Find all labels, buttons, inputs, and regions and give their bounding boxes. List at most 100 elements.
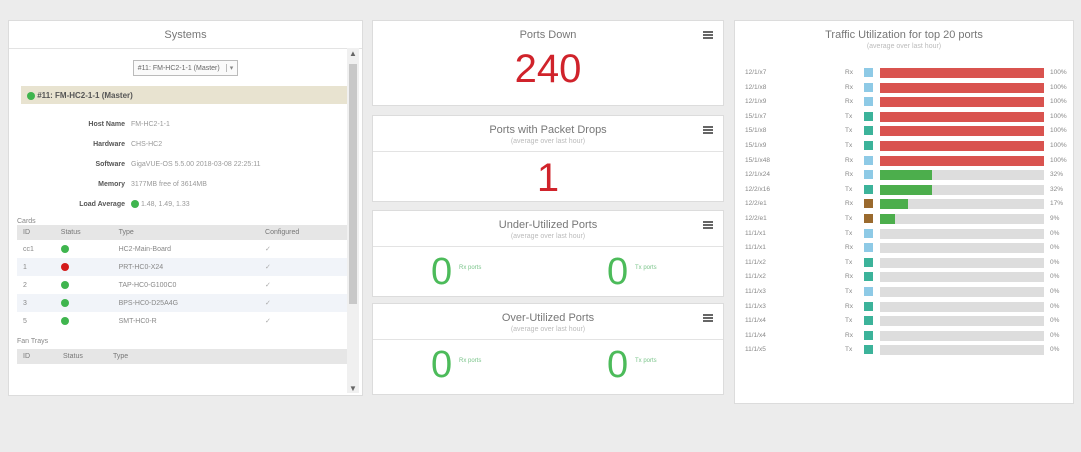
traffic-row[interactable]: 15/1/x7 Tx 100% [735,111,1075,123]
table-row[interactable]: cc1 HC2-Main-Board ✓ [17,240,349,258]
over-tx-value: 0 [607,344,629,386]
port-label: 11/1/x2 [745,273,766,281]
traffic-row[interactable]: 11/1/x2 Rx 0% [735,271,1075,283]
traffic-row[interactable]: 12/1/x8 Rx 100% [735,82,1075,94]
traffic-row[interactable]: 11/1/x1 Tx 0% [735,228,1075,240]
status-ok-icon [60,317,69,325]
detail-value: GigaVUE-OS 5.5.00 2018-03-08 22:25:11 [131,160,261,168]
check-icon: ✓ [265,318,271,325]
utilization-bar [880,184,1044,195]
over-utilized-subtitle: (average over last hour) [510,326,586,333]
system-banner: #11: FM-HC2-1-1 (Master) [21,86,350,104]
traffic-row[interactable]: 12/2/e1 Tx 9% [735,213,1075,225]
detail-key: Hardware [93,140,125,148]
traffic-row[interactable]: 11/1/x4 Rx 0% [735,330,1075,342]
port-type-icon [864,111,873,121]
table-row[interactable]: 3 BPS-HC0-D25A4G ✓ [17,294,349,312]
system-select-value: #11: FM-HC2-1-1 (Master) [137,65,220,72]
card-type: TAP-HC0-G100C0 [118,281,177,289]
detail-value: 3177MB free of 3614MB [131,180,207,188]
cards-table: ID Status Type Configured cc1 HC2-Main-B… [17,225,349,330]
port-type-icon [864,257,873,267]
card-type: PRT-HC0-X24 [112,258,260,276]
traffic-row[interactable]: 12/2/x16 Tx 32% [735,184,1075,196]
menu-icon[interactable] [703,221,713,229]
table-row[interactable]: 2 TAP-HC0-G100C0 ✓ [17,276,349,294]
utilization-bar [880,111,1044,122]
direction-label: Tx [845,346,853,354]
utilization-bar [880,287,1044,297]
traffic-row[interactable]: 12/1/x9 Rx 100% [735,96,1075,108]
traffic-row[interactable]: 15/1/x48 Rx 100% [735,155,1075,167]
traffic-row[interactable]: 11/1/x3 Rx 0% [735,301,1075,313]
traffic-row[interactable]: 12/1/x24 Rx 32% [735,169,1075,181]
port-type-icon [864,287,873,296]
traffic-row[interactable]: 15/1/x9 Tx 100% [735,140,1075,152]
utilization-value: 100% [1050,83,1067,91]
card-type: SMT-HC0-R [118,317,157,325]
port-type-icon [864,214,873,223]
column-header: ID [17,225,55,240]
under-utilized-title: Under-Utilized Ports [498,219,598,231]
utilization-value: 100% [1050,69,1067,76]
traffic-row[interactable]: 11/1/x2 Tx 0% [735,257,1075,269]
port-label: 12/2/x16 [745,185,770,193]
chevron-down-icon[interactable]: ▾ [225,64,233,72]
column-header: Type [107,349,349,364]
packet-drops-title: Ports with Packet Drops [489,124,607,136]
check-icon: ✓ [265,246,271,253]
port-label: 15/1/x8 [745,127,767,135]
scroll-thumb[interactable] [349,64,357,304]
utilization-value: 0% [1050,302,1060,310]
direction-label: Rx [845,200,853,208]
card-id: 2 [23,281,27,289]
utilization-value: 0% [1050,229,1060,237]
traffic-row[interactable]: 11/1/x5 Tx 0% [735,344,1075,356]
direction-label: Tx [845,185,853,193]
under-tx-value: 0 [607,251,629,293]
traffic-row[interactable]: 12/2/e1 Rx 17% [735,198,1075,210]
utilization-bar [880,68,1044,78]
traffic-row[interactable]: 11/1/x1 Rx 0% [735,242,1075,254]
packet-drops-panel: Ports with Packet Drops (average over la… [372,115,724,202]
cards-label: Cards [17,218,36,225]
ports-down-title: Ports Down [519,29,577,41]
scroll-up-icon[interactable]: ▲ [347,49,359,58]
card-type: HC2-Main-Board [118,245,172,253]
utilization-value: 0% [1050,273,1060,281]
traffic-row[interactable]: 12/1/x7 Rx 100% [735,67,1075,79]
card-id: 1 [17,258,55,276]
utilization-bar [880,345,1044,356]
utilization-value: 32% [1050,185,1064,193]
over-utilized-title: Over-Utilized Ports [501,312,595,324]
ports-down-panel: Ports Down 240 [372,20,724,106]
traffic-row[interactable]: 11/1/x3 Tx 0% [735,286,1075,298]
scroll-down-icon[interactable]: ▼ [347,384,359,393]
traffic-row[interactable]: 11/1/x4 Tx 0% [735,315,1075,327]
utilization-fill [880,97,1044,108]
menu-icon[interactable] [703,31,713,39]
utilization-value: 100% [1050,156,1067,164]
port-label: 11/1/x3 [745,288,766,295]
port-label: 12/2/e1 [745,200,767,208]
table-row[interactable]: 1 PRT-HC0-X24 ✓ [17,258,349,276]
system-select[interactable]: #11: FM-HC2-1-1 (Master) ▾ [132,60,239,76]
menu-icon[interactable] [703,314,713,322]
utilization-bar [880,228,1044,239]
utilization-fill [880,214,895,224]
direction-label: Tx [845,142,853,149]
detail-key: Load Average [79,200,125,208]
systems-scrollbar[interactable]: ▲ ▼ [347,48,359,393]
traffic-row[interactable]: 15/1/x8 Tx 100% [735,125,1075,137]
direction-label: Tx [845,317,853,325]
utilization-bar [880,199,1044,210]
direction-label: Rx [845,302,853,310]
over-tx-label: Tx ports [635,358,657,364]
port-type-icon [864,68,873,77]
port-type-icon [864,301,873,311]
utilization-fill [880,126,1044,137]
direction-label: Tx [845,112,853,120]
menu-icon[interactable] [703,126,713,134]
utilization-bar [880,301,1044,312]
table-row[interactable]: 5 SMT-HC0-R ✓ [17,312,349,330]
